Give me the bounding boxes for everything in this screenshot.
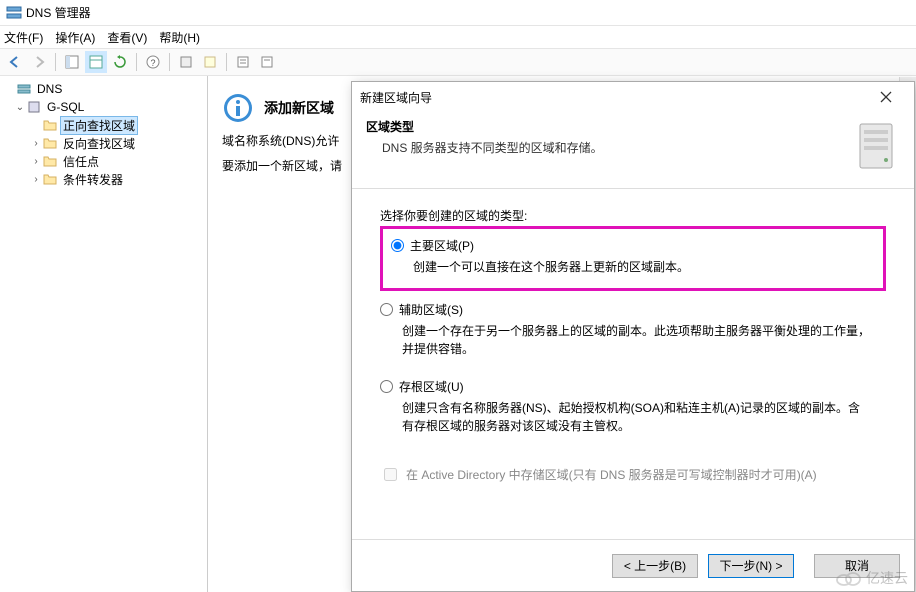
- toolbar-separator: [226, 53, 227, 71]
- dialog-titlebar[interactable]: 新建区域向导: [352, 82, 914, 112]
- toolbar-icon-2[interactable]: [199, 51, 221, 73]
- menu-bar: 文件(F) 操作(A) 查看(V) 帮助(H): [0, 26, 916, 48]
- window-title: DNS 管理器: [26, 4, 91, 21]
- highlighted-option: 主要区域(P) 创建一个可以直接在这个服务器上更新的区域副本。: [380, 226, 886, 291]
- dialog-buttons: < 上一步(B) 下一步(N) > 取消: [352, 539, 914, 591]
- svg-text:?: ?: [150, 58, 155, 68]
- toolbar-icon-1[interactable]: [175, 51, 197, 73]
- tree-label: 条件转发器: [60, 171, 126, 188]
- forward-button[interactable]: [28, 51, 50, 73]
- toolbar-separator: [55, 53, 56, 71]
- dialog-header: 区域类型 DNS 服务器支持不同类型的区域和存储。: [352, 112, 914, 189]
- dns-icon: [16, 81, 32, 97]
- server-icon: [26, 99, 42, 115]
- tree-trust-points[interactable]: › 信任点: [0, 152, 207, 170]
- dialog-body: 选择你要创建的区域的类型: 主要区域(P) 创建一个可以直接在这个服务器上更新的…: [352, 189, 914, 539]
- radio-secondary-zone[interactable]: [380, 303, 393, 316]
- toolbar-separator: [136, 53, 137, 71]
- tree-label: 正向查找区域: [60, 116, 138, 135]
- tree-label: 信任点: [60, 153, 102, 170]
- folder-icon: [42, 117, 58, 133]
- caret-right-icon[interactable]: ›: [30, 156, 42, 167]
- new-zone-wizard-dialog: 新建区域向导 区域类型 DNS 服务器支持不同类型的区域和存储。 选择你要创建的…: [351, 81, 915, 592]
- toolbar-icon-4[interactable]: [256, 51, 278, 73]
- content-heading: 添加新区域: [264, 98, 334, 118]
- radio-stub-label[interactable]: 存根区域(U): [399, 378, 464, 395]
- folder-icon: [42, 171, 58, 187]
- caret-right-icon[interactable]: ›: [30, 138, 42, 149]
- close-button[interactable]: [866, 85, 906, 109]
- section-title: 区域类型: [366, 120, 414, 134]
- cloud-icon: [834, 569, 862, 587]
- checkbox-store-ad-label: 在 Active Directory 中存储区域(只有 DNS 服务器是可写域控…: [406, 466, 817, 483]
- help-button[interactable]: ?: [142, 51, 164, 73]
- close-icon: [880, 91, 892, 103]
- view-options-button[interactable]: [85, 51, 107, 73]
- watermark: 亿速云: [834, 568, 908, 588]
- tree-label: DNS: [34, 82, 65, 96]
- checkbox-store-ad: [384, 468, 397, 481]
- tree-panel[interactable]: DNS ⌄ G-SQL 正向查找区域 › 反向查找区域 › 信任点 › 条件转发…: [0, 76, 208, 592]
- refresh-button[interactable]: [109, 51, 131, 73]
- watermark-text: 亿速云: [866, 568, 908, 588]
- radio-stub-zone[interactable]: [380, 380, 393, 393]
- dialog-title: 新建区域向导: [360, 89, 432, 106]
- info-icon: [222, 92, 254, 124]
- folder-icon: [42, 153, 58, 169]
- server-graphic-icon: [852, 118, 900, 174]
- stub-zone-desc: 创建只含有名称服务器(NS)、起始授权机构(SOA)和粘连主机(A)记录的区域的…: [380, 395, 870, 445]
- title-bar: DNS 管理器: [0, 0, 916, 26]
- toolbar-separator: [169, 53, 170, 71]
- folder-icon: [42, 135, 58, 151]
- back-button[interactable]: [4, 51, 26, 73]
- show-hide-tree-button[interactable]: [61, 51, 83, 73]
- menu-view[interactable]: 查看(V): [107, 29, 147, 46]
- tree-forward-lookup[interactable]: 正向查找区域: [0, 116, 207, 134]
- dns-app-icon: [6, 5, 22, 21]
- secondary-zone-desc: 创建一个存在于另一个服务器上的区域的副本。此选项帮助主服务器平衡处理的工作量，并…: [380, 318, 870, 368]
- prompt-text: 选择你要创建的区域的类型:: [380, 207, 886, 224]
- tree-root-dns[interactable]: DNS: [0, 80, 207, 98]
- tree-reverse-lookup[interactable]: › 反向查找区域: [0, 134, 207, 152]
- radio-secondary-label[interactable]: 辅助区域(S): [399, 301, 463, 318]
- menu-action[interactable]: 操作(A): [55, 29, 95, 46]
- toolbar: ?: [0, 48, 916, 76]
- menu-file[interactable]: 文件(F): [4, 29, 43, 46]
- radio-primary-zone[interactable]: [391, 239, 404, 252]
- tree-server[interactable]: ⌄ G-SQL: [0, 98, 207, 116]
- next-button[interactable]: 下一步(N) >: [708, 554, 794, 578]
- menu-help[interactable]: 帮助(H): [159, 29, 200, 46]
- primary-zone-desc: 创建一个可以直接在这个服务器上更新的区域副本。: [391, 254, 875, 286]
- back-button[interactable]: < 上一步(B): [612, 554, 698, 578]
- tree-label: G-SQL: [44, 100, 87, 114]
- tree-conditional-forwarders[interactable]: › 条件转发器: [0, 170, 207, 188]
- tree-label: 反向查找区域: [60, 135, 138, 152]
- section-subtitle: DNS 服务器支持不同类型的区域和存储。: [366, 139, 852, 156]
- caret-right-icon[interactable]: ›: [30, 174, 42, 185]
- caret-down-icon[interactable]: ⌄: [14, 102, 26, 113]
- radio-primary-label[interactable]: 主要区域(P): [410, 237, 474, 254]
- toolbar-icon-3[interactable]: [232, 51, 254, 73]
